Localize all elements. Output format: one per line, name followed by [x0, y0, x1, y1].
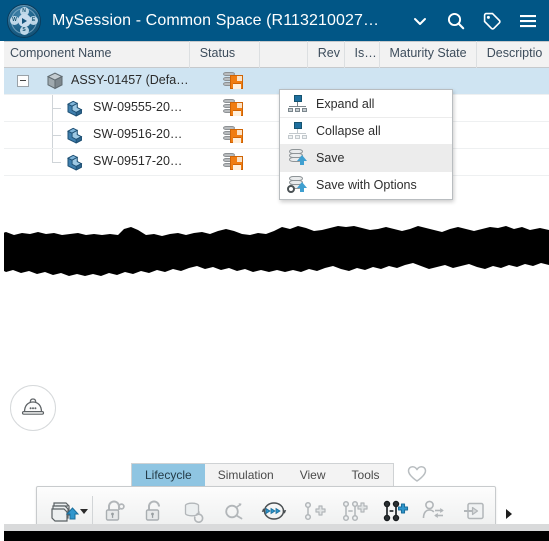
tree-guide: [52, 95, 61, 121]
context-menu: Expand all Collapse all Save Save with O…: [279, 89, 453, 200]
window-bottom-edge: [0, 531, 549, 541]
database-save-pending-icon: [223, 125, 245, 145]
compass-center: [17, 14, 31, 27]
tree-node-label: SW-09555-20…: [93, 100, 183, 114]
safety-helmet-icon[interactable]: [10, 385, 56, 431]
bottom-tab-strip: Lifecycle Simulation View Tools: [131, 463, 394, 486]
assembly-cube-icon: [45, 71, 65, 91]
part-icon: [65, 98, 85, 118]
tree-node-label: SW-09517-20…: [93, 154, 183, 168]
database-save-pending-icon: [223, 71, 245, 91]
column-header-desc[interactable]: Descriptio: [477, 41, 549, 68]
session-title: MySession - Common Space (R113210027…: [52, 11, 380, 29]
redaction-band: [0, 225, 549, 281]
part-icon: [65, 152, 85, 172]
column-header-blank[interactable]: [260, 41, 308, 68]
overflow-arrow-icon[interactable]: [500, 505, 518, 523]
floppy-save-glyph: [230, 129, 243, 143]
table-row[interactable]: SW-09516-20…: [1, 122, 549, 149]
menu-item-save-with-options[interactable]: Save with Options: [280, 172, 452, 198]
tree-guide: [52, 122, 61, 148]
menu-item-label: Save: [316, 151, 345, 165]
tab-simulation[interactable]: Simulation: [205, 464, 287, 486]
gear-icon: [287, 185, 295, 193]
column-header-status[interactable]: Status: [190, 41, 261, 68]
database-save-pending-icon: [223, 152, 245, 172]
menu-item-expand-all[interactable]: Expand all: [280, 91, 452, 118]
tree-node-label: ASSY-01457 (Defa…: [71, 73, 189, 87]
floppy-save-glyph: [230, 102, 243, 116]
floppy-save-glyph: [230, 75, 243, 89]
tab-lifecycle[interactable]: Lifecycle: [132, 464, 205, 486]
table-row[interactable]: ASSY-01457 (Defa…: [1, 68, 549, 95]
heart-outline-icon[interactable]: [404, 462, 430, 486]
part-icon: [65, 125, 85, 145]
tab-label: View: [299, 468, 326, 482]
chevron-down-icon[interactable]: [80, 509, 89, 514]
tag-icon[interactable]: [481, 10, 503, 32]
menu-item-label: Expand all: [316, 97, 375, 111]
collapse-toggle-icon[interactable]: [17, 75, 29, 87]
menu-item-label: Save with Options: [316, 178, 417, 192]
save-icon: [286, 148, 310, 168]
table-column-header: Component Name Status Rev Is… Maturity S…: [0, 41, 549, 68]
search-icon[interactable]: [445, 10, 467, 32]
collapse-all-icon: [286, 121, 310, 141]
table-row[interactable]: SW-09555-20…: [1, 95, 549, 122]
title-bar: N S W E MySession - Common Space (R11321…: [0, 0, 549, 41]
menu-item-save[interactable]: Save: [280, 145, 452, 172]
tab-label: Tools: [351, 468, 380, 482]
save-with-options-icon: [286, 175, 310, 195]
component-tree: ASSY-01457 (Defa… SW-09555-20… SW-09516-…: [0, 68, 549, 203]
tab-view[interactable]: View: [287, 464, 339, 486]
column-header-maturity[interactable]: Maturity State: [380, 41, 477, 68]
compass-icon[interactable]: N S W E: [7, 3, 41, 38]
column-header-rev[interactable]: Rev: [308, 41, 345, 68]
table-row[interactable]: SW-09517-20…: [1, 149, 549, 176]
column-header-name[interactable]: Component Name: [0, 41, 190, 68]
floppy-save-glyph: [230, 156, 243, 170]
title-bar-icons: [409, 10, 539, 32]
bottom-divider: [0, 524, 549, 531]
database-save-pending-icon: [223, 98, 245, 118]
menu-item-label: Collapse all: [316, 124, 381, 138]
hamburger-menu-icon[interactable]: [517, 10, 539, 32]
tree-guide: [52, 149, 61, 163]
tab-label: Lifecycle: [145, 468, 192, 482]
tab-label: Simulation: [217, 468, 274, 482]
chevron-down-icon[interactable]: [409, 10, 431, 32]
expand-all-icon: [286, 94, 310, 114]
window-left-edge: [0, 41, 4, 541]
column-header-is[interactable]: Is…: [345, 41, 380, 68]
menu-item-collapse-all[interactable]: Collapse all: [280, 118, 452, 145]
tree-node-label: SW-09516-20…: [93, 127, 183, 141]
tab-tools[interactable]: Tools: [339, 464, 393, 486]
